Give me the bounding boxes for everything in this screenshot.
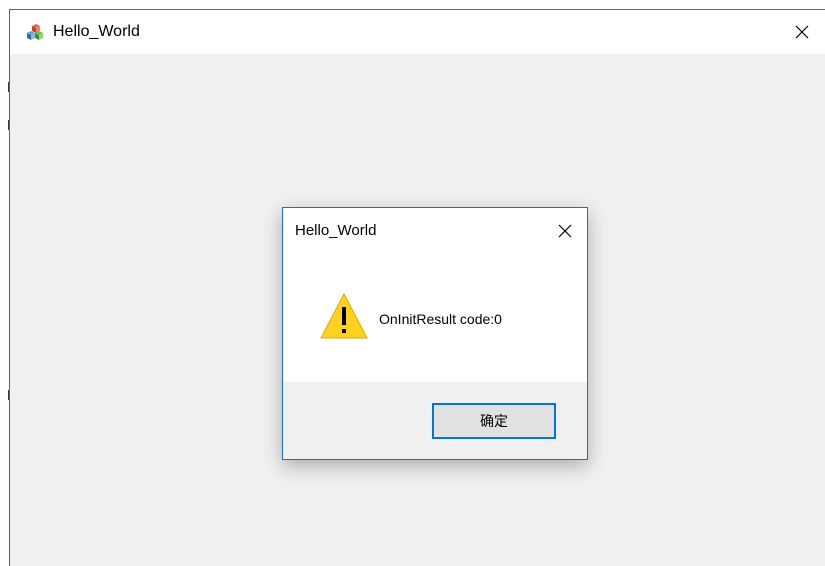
close-icon [795, 25, 809, 39]
warning-icon [320, 292, 368, 339]
window-close-button[interactable] [779, 10, 825, 54]
ok-button[interactable]: 确定 [432, 403, 556, 439]
background-edge [0, 0, 10, 566]
dialog-close-button[interactable] [549, 216, 581, 246]
message-dialog: Hello_World OnInitResult code:0 确定 [282, 207, 588, 460]
dialog-footer: 确定 [283, 382, 587, 459]
dialog-title: Hello_World [295, 222, 377, 239]
title-bar[interactable]: Hello_World [10, 10, 825, 54]
window-title: Hello_World [53, 23, 140, 40]
dialog-body: OnInitResult code:0 [283, 252, 587, 382]
app-blocks-icon [27, 24, 43, 40]
close-icon [558, 224, 572, 238]
dialog-message: OnInitResult code:0 [379, 311, 502, 327]
